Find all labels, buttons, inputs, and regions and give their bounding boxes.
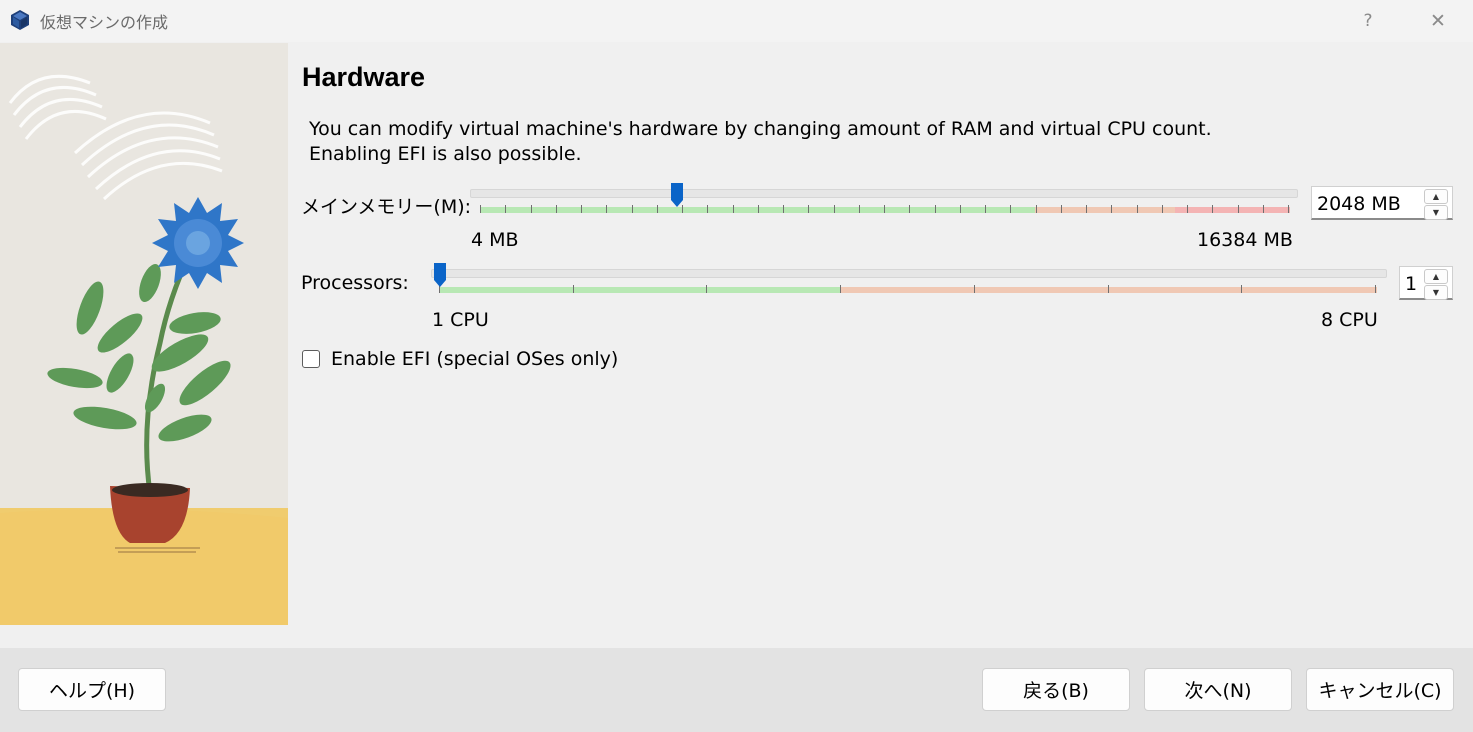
- slider-tick: [530, 205, 532, 213]
- slider-tick: [606, 205, 608, 213]
- slider-tick: [783, 205, 784, 213]
- slider-tick: [1060, 205, 1062, 213]
- slider-tick: [505, 205, 507, 213]
- processors-scale-orange: [841, 287, 1377, 293]
- wizard-illustration: [0, 43, 288, 625]
- memory-slider-handle[interactable]: [670, 182, 684, 208]
- processors-decrease-button[interactable]: ▼: [1424, 285, 1448, 300]
- processors-spinbox[interactable]: 1 ▲ ▼: [1399, 266, 1453, 300]
- processors-max-label: 8 CPU: [1321, 309, 1378, 331]
- slider-tick: [909, 205, 911, 213]
- button-bar: ヘルプ(H) 戻る(B) 次へ(N) キャンセル(C): [0, 648, 1473, 732]
- next-button[interactable]: 次へ(N): [1144, 668, 1292, 711]
- memory-spinbox[interactable]: 2048 MB ▲ ▼: [1311, 186, 1453, 220]
- cancel-button[interactable]: キャンセル(C): [1306, 668, 1454, 711]
- slider-tick: [757, 205, 759, 213]
- memory-scale-red: [1175, 207, 1290, 213]
- memory-increase-button[interactable]: ▲: [1424, 189, 1448, 204]
- memory-scale-orange: [1035, 207, 1175, 213]
- help-icon: ?: [1363, 11, 1373, 31]
- slider-tick: [1212, 205, 1214, 213]
- processors-slider[interactable]: [431, 260, 1391, 300]
- slider-tick: [833, 205, 835, 213]
- processors-increase-button[interactable]: ▲: [1424, 269, 1448, 284]
- memory-decrease-button[interactable]: ▼: [1424, 205, 1448, 220]
- processors-slider-groove: [431, 269, 1387, 278]
- close-icon: ✕: [1430, 10, 1446, 32]
- memory-slider[interactable]: [470, 180, 1300, 220]
- slider-tick: [581, 205, 582, 213]
- hardware-page: Hardware You can modify virtual machine'…: [288, 42, 1473, 648]
- slider-tick: [1136, 205, 1138, 213]
- memory-slider-groove: [470, 189, 1298, 198]
- help-title-button[interactable]: ?: [1338, 0, 1398, 42]
- slider-tick: [1107, 285, 1109, 293]
- slider-tick: [1241, 285, 1243, 293]
- slider-tick: [934, 205, 936, 213]
- slider-tick: [1010, 205, 1012, 213]
- slider-tick: [706, 285, 708, 293]
- slider-tick: [656, 205, 658, 213]
- slider-tick: [840, 285, 842, 293]
- memory-value: 2048 MB: [1317, 193, 1401, 215]
- processors-label: Processors:: [301, 272, 409, 294]
- virtualbox-icon: [11, 10, 29, 30]
- slider-tick: [884, 205, 885, 213]
- slider-tick: [572, 285, 574, 293]
- processors-slider-handle[interactable]: [433, 262, 447, 288]
- title-bar: 仮想マシンの作成 ? ✕: [0, 0, 1473, 42]
- slider-tick: [707, 205, 709, 213]
- slider-tick: [732, 205, 734, 213]
- processors-min-label: 1 CPU: [432, 309, 489, 331]
- slider-tick: [1161, 205, 1163, 213]
- efi-checkbox[interactable]: [302, 350, 320, 368]
- help-button[interactable]: ヘルプ(H): [18, 668, 166, 711]
- slider-tick: [1237, 205, 1239, 213]
- memory-min-label: 4 MB: [471, 229, 519, 251]
- page-description: You can modify virtual machine's hardwar…: [309, 118, 1212, 165]
- slider-tick: [480, 205, 481, 213]
- page-title: Hardware: [302, 62, 426, 92]
- slider-tick: [985, 205, 986, 213]
- slider-tick: [1262, 205, 1264, 213]
- slider-tick: [1187, 205, 1188, 213]
- close-button[interactable]: ✕: [1408, 0, 1468, 42]
- chevron-up-icon: ▲: [1432, 192, 1440, 201]
- slider-tick: [1375, 285, 1376, 293]
- slider-tick: [959, 205, 961, 213]
- back-button[interactable]: 戻る(B): [982, 668, 1130, 711]
- chevron-down-icon: ▼: [1432, 288, 1440, 297]
- efi-label[interactable]: Enable EFI (special OSes only): [331, 348, 618, 370]
- chevron-up-icon: ▲: [1432, 272, 1440, 281]
- slider-tick: [1035, 205, 1037, 213]
- slider-tick: [555, 205, 557, 213]
- memory-label: メインメモリー(M):: [301, 196, 472, 218]
- slider-tick: [1111, 205, 1113, 213]
- memory-max-label: 16384 MB: [1197, 229, 1293, 251]
- slider-tick: [1288, 205, 1289, 213]
- chevron-down-icon: ▼: [1432, 208, 1440, 217]
- processors-value: 1: [1405, 273, 1418, 295]
- processors-scale-green: [439, 287, 841, 293]
- slider-tick: [808, 205, 810, 213]
- window-title: 仮想マシンの作成: [40, 13, 169, 32]
- slider-tick: [1086, 205, 1087, 213]
- slider-tick: [631, 205, 633, 213]
- slider-tick: [858, 205, 860, 213]
- slider-tick: [973, 285, 975, 293]
